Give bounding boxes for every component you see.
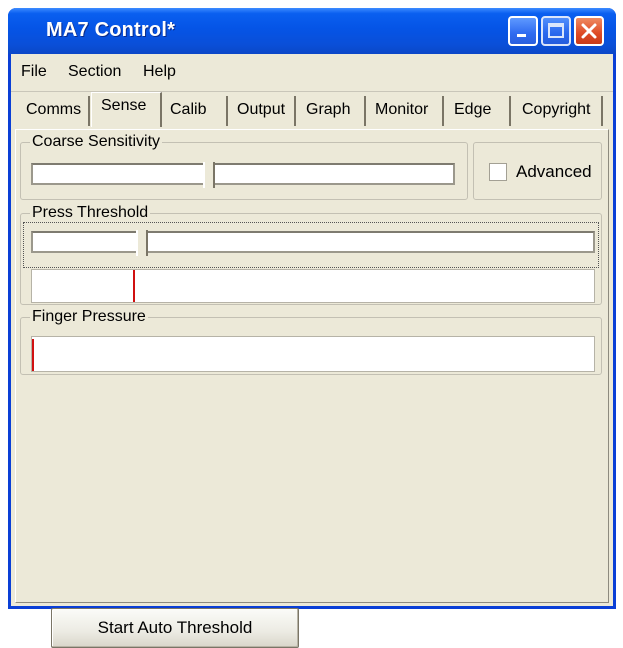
minimize-button[interactable] (508, 16, 538, 46)
coarse-sensitivity-slider[interactable] (31, 162, 455, 188)
maximize-icon (548, 23, 564, 38)
press-threshold-label: Press Threshold (30, 204, 151, 222)
close-icon (581, 23, 597, 39)
maximize-button[interactable] (541, 16, 571, 46)
finger-pressure-group: Finger Pressure (20, 308, 602, 375)
start-auto-threshold-button[interactable]: Start Auto Threshold (51, 608, 299, 648)
advanced-checkbox[interactable] (489, 163, 507, 181)
tab-strip: Comms Sense Calib Output Graph Monitor E… (11, 92, 613, 132)
tab-calib[interactable]: Calib (163, 96, 228, 126)
finger-pressure-label: Finger Pressure (30, 308, 148, 326)
coarse-sensitivity-label: Coarse Sensitivity (30, 133, 163, 151)
window-title: MA7 Control* (46, 19, 176, 41)
tab-output[interactable]: Output (230, 96, 296, 126)
advanced-group: Advanced (473, 142, 602, 200)
tab-copyright[interactable]: Copyright (513, 96, 603, 126)
close-button[interactable] (574, 16, 604, 46)
sense-tab-panel: Coarse Sensitivity Advanced Press Thresh… (15, 129, 609, 648)
finger-pressure-marker (32, 339, 34, 371)
coarse-sensitivity-thumb[interactable] (203, 162, 215, 188)
app-window: MA7 Control* File Section Help Comms Sen… (8, 8, 616, 648)
menu-file[interactable]: File (21, 63, 47, 81)
finger-pressure-bar (31, 336, 595, 372)
tab-monitor[interactable]: Monitor (368, 96, 444, 126)
press-threshold-marker (133, 270, 135, 302)
press-threshold-group: Press Threshold (20, 204, 602, 305)
tab-sense[interactable]: Sense (91, 92, 162, 127)
menu-bar: File Section Help (11, 54, 613, 92)
menu-section[interactable]: Section (68, 63, 121, 81)
menu-help[interactable]: Help (143, 63, 176, 81)
minimize-icon (517, 34, 526, 37)
coarse-sensitivity-group: Coarse Sensitivity (20, 133, 468, 200)
press-threshold-level-bar (31, 269, 595, 303)
title-bar[interactable]: MA7 Control* (8, 8, 616, 54)
press-threshold-thumb[interactable] (136, 230, 148, 256)
press-threshold-slider[interactable] (31, 230, 595, 256)
tab-graph[interactable]: Graph (298, 96, 366, 126)
tab-edge[interactable]: Edge (446, 96, 511, 126)
advanced-label: Advanced (516, 162, 592, 181)
tab-comms[interactable]: Comms (19, 96, 90, 126)
